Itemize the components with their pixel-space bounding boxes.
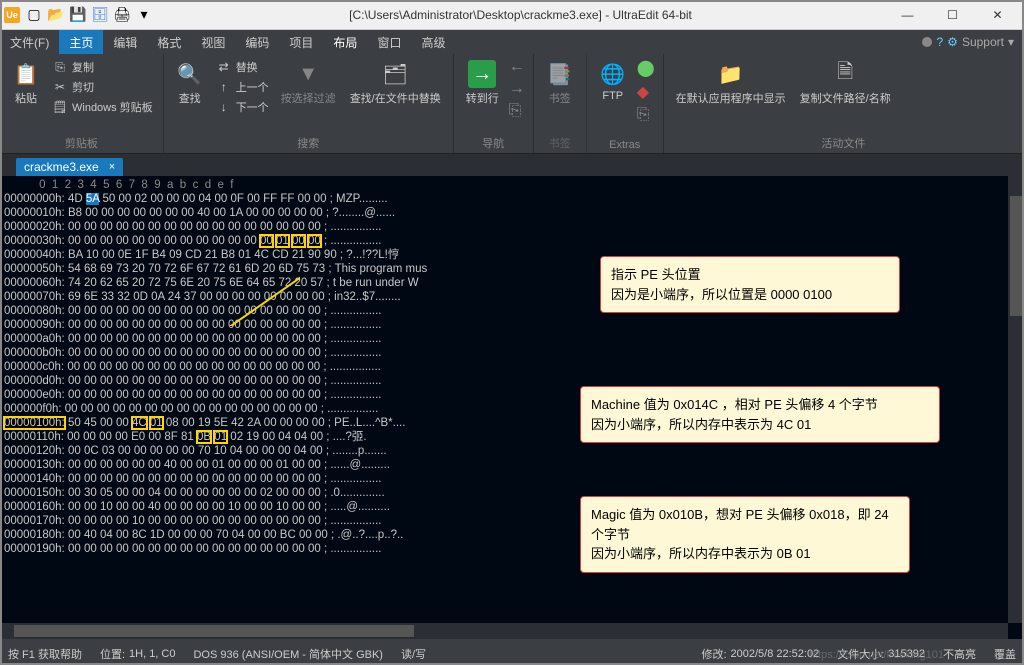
- save-icon[interactable]: 💾: [68, 5, 88, 25]
- callout-magic: Magic 值为 0x010B，想对 PE 头偏移 0x018，即 24 个字节…: [580, 496, 910, 573]
- window-title: [C:\Users\Administrator\Desktop\crackme3…: [156, 8, 885, 22]
- saveall-icon[interactable]: 🗄: [90, 5, 110, 25]
- menu-format[interactable]: 格式: [147, 30, 191, 54]
- maximize-button[interactable]: ☐: [930, 0, 975, 30]
- nav-back-icon[interactable]: ←: [509, 58, 525, 76]
- settings-cog-icon: ⚙: [947, 35, 958, 49]
- status-dot-icon: [922, 37, 932, 47]
- win-clipboard-button[interactable]: 🗒Windows 剪贴板: [50, 98, 155, 116]
- group-label-extras: Extras: [595, 137, 655, 151]
- menu-bar: 文件(F) 主页 编辑 格式 视图 编码 项目 布局 窗口 高级 ? ⚙ Sup…: [0, 30, 1024, 54]
- goto-line-button[interactable]: →转到行: [462, 58, 503, 108]
- next-button[interactable]: ↓下一个: [214, 98, 271, 116]
- paste-button[interactable]: 📋粘贴: [8, 58, 44, 108]
- menu-project[interactable]: 项目: [279, 30, 323, 54]
- ribbon-group-bookmark: 📑书签 书签: [534, 54, 587, 153]
- menu-edit[interactable]: 编辑: [103, 30, 147, 54]
- group-label-clipboard: 剪贴板: [8, 133, 155, 151]
- status-modified: 修改: 2002/5/8 22:52:02: [701, 646, 819, 662]
- search-icon: 🔍: [176, 60, 204, 88]
- hscroll-thumb[interactable]: [14, 625, 414, 637]
- watermark: https://csdn.net/freeking101: [809, 649, 944, 661]
- menu-file[interactable]: 文件(F): [0, 30, 59, 54]
- group-label-nav: 导航: [462, 133, 525, 151]
- ribbon-group-nav: →转到行 ← → ⎘ 导航: [454, 54, 534, 153]
- group-label-search: 搜索: [172, 133, 445, 151]
- find-files-icon: 🗂: [381, 60, 409, 88]
- status-position: 位置: 1H, 1, C0: [100, 646, 176, 662]
- find-in-files-button[interactable]: 🗂查找/在文件中替换: [346, 58, 445, 108]
- extras-3-icon[interactable]: ⎘: [637, 106, 655, 124]
- extras-1-icon[interactable]: ⬤: [637, 58, 655, 78]
- status-rw: 读/写: [401, 646, 426, 662]
- menu-view[interactable]: 视图: [191, 30, 235, 54]
- goto-icon: →: [468, 60, 496, 88]
- callout-machine: Machine 值为 0x014C ，相对 PE 头偏移 4 个字节 因为小端序…: [580, 386, 940, 443]
- show-in-explorer-button[interactable]: 📁在默认应用程序中显示: [672, 58, 790, 108]
- ribbon-group-extras: 🌐FTP ⬤ ◆ ⎘ Extras: [587, 54, 664, 153]
- group-label-bookmark: 书签: [542, 133, 578, 151]
- nav-anchor-icon[interactable]: ⎘: [509, 102, 525, 120]
- copy-button[interactable]: ⎘复制: [50, 58, 155, 76]
- paste-icon: 📋: [12, 60, 40, 88]
- ftp-icon: 🌐: [599, 60, 627, 88]
- open-file-icon[interactable]: 📂: [46, 5, 66, 25]
- file-tab-label: crackme3.exe: [24, 160, 99, 174]
- title-bar: Ue ▢ 📂 💾 🗄 🖨 ▾ [C:\Users\Administrator\D…: [0, 0, 1024, 30]
- ribbon: 📋粘贴 ⎘复制 ✂剪切 🗒Windows 剪贴板 剪贴板 🔍查找 ⇄替换 ↑上一…: [0, 54, 1024, 154]
- filter-select-button[interactable]: ▼按选择过滤: [277, 58, 340, 108]
- nav-fwd-icon[interactable]: →: [509, 80, 525, 98]
- ribbon-group-clipboard: 📋粘贴 ⎘复制 ✂剪切 🗒Windows 剪贴板 剪贴板: [0, 54, 164, 153]
- app-icon: Ue: [4, 7, 20, 23]
- replace-button[interactable]: ⇄替换: [214, 58, 271, 76]
- qat-dropdown-icon[interactable]: ▾: [134, 5, 154, 25]
- prev-button[interactable]: ↑上一个: [214, 78, 271, 96]
- ribbon-group-search: 🔍查找 ⇄替换 ↑上一个 ↓下一个 ▼按选择过滤 🗂查找/在文件中替换 搜索: [164, 54, 454, 153]
- close-button[interactable]: ✕: [975, 0, 1020, 30]
- copypath-icon: 🗎: [831, 60, 859, 88]
- cut-button[interactable]: ✂剪切: [50, 78, 155, 96]
- menu-advanced[interactable]: 高级: [411, 30, 455, 54]
- menu-encoding[interactable]: 编码: [235, 30, 279, 54]
- menu-home[interactable]: 主页: [59, 30, 103, 54]
- hex-editor[interactable]: 0 1 2 3 4 5 6 7 8 9 a b c d e f00000000h…: [0, 176, 1024, 639]
- tab-close-icon[interactable]: ×: [109, 161, 115, 173]
- chevron-down-icon: ▾: [1008, 35, 1014, 49]
- copy-icon: ⎘: [52, 59, 68, 75]
- bookmark-button[interactable]: 📑书签: [542, 58, 578, 108]
- file-tab-active[interactable]: crackme3.exe ×: [16, 158, 123, 176]
- minimize-button[interactable]: —: [885, 0, 930, 30]
- copy-path-button[interactable]: 🗎复制文件路径/名称: [796, 58, 895, 108]
- callout-pe-header: 指示 PE 头位置 因为是小端序，所以位置是 0000 0100: [600, 256, 900, 313]
- find-button[interactable]: 🔍查找: [172, 58, 208, 108]
- status-encoding[interactable]: DOS 936 (ANSI/OEM - 简体中文 GBK): [193, 646, 382, 662]
- replace-icon: ⇄: [216, 59, 232, 75]
- menu-window[interactable]: 窗口: [367, 30, 411, 54]
- ribbon-group-activefile: 📁在默认应用程序中显示 🗎复制文件路径/名称 活动文件: [664, 54, 1024, 153]
- cut-icon: ✂: [52, 79, 68, 95]
- clipboard-icon: 🗒: [52, 99, 68, 115]
- explorer-icon: 📁: [717, 60, 745, 88]
- file-tabs: crackme3.exe ×: [0, 154, 1024, 176]
- ftp-button[interactable]: 🌐FTP: [595, 58, 631, 104]
- vscroll-thumb[interactable]: [1010, 196, 1022, 316]
- bookmark-icon: 📑: [546, 60, 574, 88]
- group-label-activefile: 活动文件: [672, 133, 1015, 151]
- horizontal-scrollbar[interactable]: [0, 623, 1008, 639]
- menu-layout[interactable]: 布局: [323, 30, 367, 54]
- status-ovr[interactable]: 覆盖: [994, 646, 1016, 662]
- extras-2-icon[interactable]: ◆: [637, 82, 655, 102]
- print-icon[interactable]: 🖨: [112, 5, 132, 25]
- down-arrow-icon: ↓: [216, 99, 232, 115]
- filter-icon: ▼: [294, 60, 322, 88]
- status-help: 按 F1 获取帮助: [8, 646, 82, 662]
- support-link[interactable]: ? ⚙ Support ▾: [912, 30, 1024, 54]
- help-icon: ?: [936, 35, 943, 49]
- vertical-scrollbar[interactable]: [1008, 176, 1024, 623]
- status-highlight[interactable]: 不高亮: [943, 646, 976, 662]
- up-arrow-icon: ↑: [216, 79, 232, 95]
- new-file-icon[interactable]: ▢: [24, 5, 44, 25]
